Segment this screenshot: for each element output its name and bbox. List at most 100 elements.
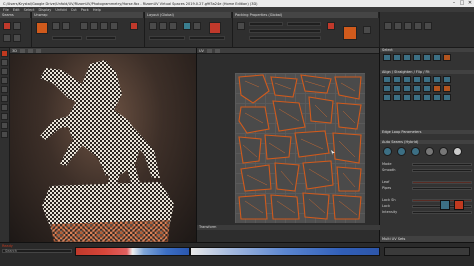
viewport-uv-checker-icon[interactable] — [214, 48, 220, 53]
cut-seams-button[interactable] — [3, 22, 11, 30]
align-bottom-icon[interactable] — [433, 76, 441, 83]
packing-option-1-button[interactable] — [237, 22, 245, 30]
align-section-header[interactable]: Align / Straighten / Flip / Fit — [380, 70, 474, 74]
auto-seam-3-icon[interactable] — [411, 147, 420, 156]
face-mode-icon[interactable] — [1, 77, 8, 84]
layout-pack-button[interactable] — [209, 22, 221, 34]
unwrap-option-3-button[interactable] — [100, 22, 108, 30]
view-option-5-button[interactable] — [424, 22, 432, 30]
unwrap-mix-field[interactable] — [86, 36, 116, 40]
unwrap-option-4-button[interactable] — [110, 22, 118, 30]
close-icon[interactable]: ✕ — [466, 0, 474, 7]
flip-v-icon[interactable] — [393, 85, 401, 92]
align-tool-20-icon[interactable] — [433, 94, 441, 101]
view-option-4-button[interactable] — [414, 22, 422, 30]
view-option-3-button[interactable] — [404, 22, 412, 30]
align-tool-21-icon[interactable] — [443, 94, 451, 101]
pipes-field[interactable] — [412, 186, 472, 190]
frame-tool-icon[interactable] — [1, 131, 8, 138]
seam-tool-button[interactable] — [13, 34, 21, 42]
auto-seam-5-icon[interactable] — [439, 147, 448, 156]
unwrap-option-2-button[interactable] — [90, 22, 98, 30]
view-option-1-button[interactable] — [384, 22, 392, 30]
menu-select[interactable]: Select — [24, 8, 35, 12]
auto-seams-section-header[interactable]: Auto Seams (Hybrid) — [380, 140, 474, 144]
viewport-uv-grid-icon[interactable] — [206, 48, 212, 53]
move-tool-icon[interactable] — [1, 104, 8, 111]
optimize-button[interactable] — [52, 22, 60, 30]
align-right-icon[interactable] — [403, 76, 411, 83]
align-tool-16-icon[interactable] — [393, 94, 401, 101]
stack-icon[interactable] — [443, 85, 451, 92]
viewport-3d-wire-icon[interactable] — [35, 48, 41, 53]
scale-tool-icon[interactable] — [1, 122, 8, 129]
align-top-icon[interactable] — [413, 76, 421, 83]
fit-origin-icon[interactable] — [433, 85, 441, 92]
select-seams-button[interactable] — [3, 34, 11, 42]
select-tool-5-icon[interactable] — [423, 54, 431, 61]
pack-button[interactable] — [343, 26, 357, 40]
transform-panel-header[interactable]: Transform — [197, 225, 380, 230]
select-tool-2-icon[interactable] — [393, 54, 401, 61]
menu-pack[interactable]: Pack — [81, 8, 89, 12]
viewport-uv[interactable]: UV — [197, 48, 380, 242]
viewport-3d-texture-icon[interactable] — [27, 48, 33, 53]
rotate-90-icon[interactable] — [423, 85, 431, 92]
mode-field[interactable] — [412, 162, 472, 166]
island-mode-icon[interactable] — [1, 86, 8, 93]
auto-seam-6-icon[interactable] — [453, 147, 462, 156]
unwrap-stop-button[interactable] — [130, 22, 138, 30]
align-tool-18-icon[interactable] — [413, 94, 421, 101]
unwrap-iterations-field[interactable] — [52, 36, 82, 40]
packing-spacing-field[interactable] — [287, 22, 321, 26]
packing-quality-field[interactable] — [249, 36, 321, 40]
select-tool-3-icon[interactable] — [403, 54, 411, 61]
search-input[interactable]: Search — [2, 249, 72, 253]
unwrap-option-1-button[interactable] — [80, 22, 88, 30]
fit-icon[interactable] — [403, 85, 411, 92]
menu-unfold[interactable]: Unfold — [55, 8, 66, 12]
minimize-icon[interactable]: – — [450, 0, 458, 7]
leaf-field[interactable] — [412, 180, 472, 184]
straighten-icon[interactable] — [443, 76, 451, 83]
intensity-field[interactable] — [412, 210, 472, 214]
layout-margin-field[interactable] — [149, 36, 185, 40]
unfold-button[interactable] — [36, 22, 48, 34]
select-tool-6-icon[interactable] — [433, 54, 441, 61]
packing-settings-button[interactable] — [363, 26, 371, 34]
align-center-icon[interactable] — [393, 76, 401, 83]
smooth-field[interactable] — [412, 168, 472, 172]
select-tool-7-icon[interactable] — [443, 54, 451, 61]
edge-loop-section-header[interactable]: Edge Loop Parameters — [380, 130, 474, 134]
menu-cut[interactable]: Cut — [71, 8, 77, 12]
maximize-icon[interactable]: □ — [458, 0, 466, 7]
bottom-right-options[interactable] — [384, 247, 470, 256]
view-option-2-button[interactable] — [394, 22, 402, 30]
align-middle-icon[interactable] — [423, 76, 431, 83]
viewport-3d-shading-icon[interactable] — [19, 48, 25, 53]
flip-h-icon[interactable] — [383, 85, 391, 92]
menu-edit[interactable]: Edit — [13, 8, 20, 12]
weld-button[interactable] — [13, 22, 21, 30]
packing-resolution-field[interactable] — [249, 29, 321, 33]
layout-scale-button[interactable] — [169, 22, 177, 30]
layout-spacing-field[interactable] — [189, 36, 225, 40]
align-left-icon[interactable] — [383, 76, 391, 83]
menu-file[interactable]: File — [3, 8, 9, 12]
layout-move-button[interactable] — [149, 22, 157, 30]
select-tool-1-icon[interactable] — [383, 54, 391, 61]
object-mode-icon[interactable] — [1, 95, 8, 102]
menu-display[interactable]: Display — [38, 8, 51, 12]
packing-margin-field[interactable] — [249, 22, 283, 26]
select-tool-icon[interactable] — [1, 50, 8, 57]
auto-seam-1-icon[interactable] — [383, 147, 392, 156]
menu-help[interactable]: Help — [93, 8, 101, 12]
layout-fit-button[interactable] — [183, 22, 191, 30]
viewport-3d[interactable]: 3D — [10, 48, 197, 242]
align-tool-19-icon[interactable] — [423, 94, 431, 101]
auto-seam-4-icon[interactable] — [425, 147, 434, 156]
layout-rotate-button[interactable] — [159, 22, 167, 30]
distribute-icon[interactable] — [413, 85, 421, 92]
packing-rotate-button[interactable] — [327, 22, 335, 30]
layout-align-button[interactable] — [193, 22, 201, 30]
